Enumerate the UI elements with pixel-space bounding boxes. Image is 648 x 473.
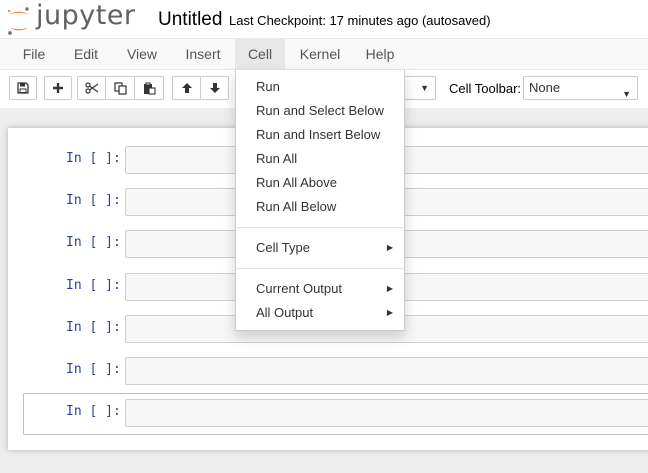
caret-right-icon: ▶ bbox=[386, 243, 393, 252]
copy-icon bbox=[113, 81, 127, 95]
menu-item-run-all-below[interactable]: Run All Below bbox=[236, 195, 404, 219]
code-cell-selected[interactable]: In [ ]: bbox=[23, 393, 648, 435]
menu-item-run-all-above[interactable]: Run All Above bbox=[236, 171, 404, 195]
cell-toolbar-value: None bbox=[529, 80, 561, 95]
header: jupyter Untitled Last Checkpoint: 17 min… bbox=[0, 0, 648, 38]
menu-item-run-insert-below[interactable]: Run and Insert Below bbox=[236, 123, 404, 147]
menu-help[interactable]: Help bbox=[356, 39, 404, 69]
logo-text: jupyter bbox=[36, 0, 136, 31]
arrow-up-icon bbox=[181, 83, 192, 93]
code-input[interactable] bbox=[125, 399, 648, 427]
plus-icon bbox=[53, 83, 63, 93]
code-cell[interactable]: In [ ]: bbox=[23, 351, 648, 393]
caret-right-icon: ▶ bbox=[386, 308, 393, 317]
menu-item-run[interactable]: Run bbox=[236, 75, 404, 99]
input-prompt: In [ ]: bbox=[66, 404, 121, 419]
paste-button[interactable] bbox=[134, 76, 164, 100]
jupyter-logo-icon bbox=[7, 7, 29, 35]
menu-item-label: Current Output bbox=[256, 281, 342, 296]
code-input[interactable] bbox=[125, 357, 648, 385]
menu-item-all-output[interactable]: All Output ▶ bbox=[236, 301, 404, 325]
input-prompt: In [ ]: bbox=[66, 278, 121, 293]
move-cell-up-button[interactable] bbox=[172, 76, 201, 100]
cell-toolbar-label: Cell Toolbar: bbox=[449, 81, 522, 96]
menu-file[interactable]: File bbox=[10, 39, 58, 69]
menu-item-label: All Output bbox=[256, 305, 314, 320]
menu-item-cell-type[interactable]: Cell Type ▶ bbox=[236, 236, 404, 260]
arrow-down-icon bbox=[209, 83, 220, 93]
checkpoint-status: Last Checkpoint: 17 minutes ago (autosav… bbox=[229, 13, 491, 28]
cut-icon bbox=[84, 82, 98, 94]
cut-button[interactable] bbox=[77, 76, 106, 100]
menu-edit[interactable]: Edit bbox=[62, 39, 110, 69]
menu-item-run-select-below[interactable]: Run and Select Below bbox=[236, 99, 404, 123]
paste-icon bbox=[143, 82, 156, 95]
menubar: File Edit View Insert Cell Kernel Help bbox=[0, 38, 648, 70]
save-icon bbox=[17, 82, 29, 94]
input-prompt: In [ ]: bbox=[66, 193, 121, 208]
caret-right-icon: ▶ bbox=[386, 284, 393, 293]
chevron-down-icon: ▼ bbox=[622, 89, 631, 99]
menu-item-label: Cell Type bbox=[256, 240, 310, 255]
menu-divider bbox=[236, 227, 404, 228]
insert-cell-button[interactable] bbox=[44, 76, 72, 100]
menu-item-run-all[interactable]: Run All bbox=[236, 147, 404, 171]
move-cell-down-button[interactable] bbox=[200, 76, 229, 100]
menu-kernel[interactable]: Kernel bbox=[290, 39, 350, 69]
cell-menu-dropdown: Run Run and Select Below Run and Insert … bbox=[235, 70, 405, 331]
input-prompt: In [ ]: bbox=[66, 151, 121, 166]
copy-button[interactable] bbox=[105, 76, 135, 100]
menu-item-current-output[interactable]: Current Output ▶ bbox=[236, 277, 404, 301]
input-prompt: In [ ]: bbox=[66, 320, 121, 335]
menu-cell[interactable]: Cell bbox=[235, 39, 285, 69]
input-prompt: In [ ]: bbox=[66, 235, 121, 250]
menu-insert[interactable]: Insert bbox=[174, 39, 232, 69]
chevron-down-icon: ▼ bbox=[420, 83, 429, 93]
input-prompt: In [ ]: bbox=[66, 362, 121, 377]
save-button[interactable] bbox=[9, 76, 37, 100]
menu-view[interactable]: View bbox=[114, 39, 170, 69]
cell-toolbar-select[interactable]: None ▼ bbox=[523, 76, 638, 100]
menu-divider bbox=[236, 268, 404, 269]
notebook-name[interactable]: Untitled bbox=[158, 9, 222, 31]
